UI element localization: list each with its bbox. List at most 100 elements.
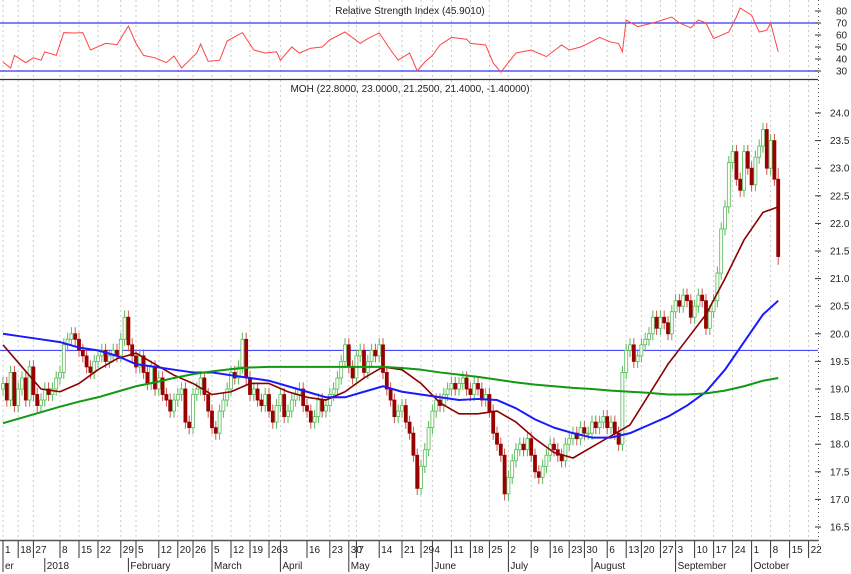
candle-body bbox=[738, 178, 743, 191]
candle-body bbox=[107, 355, 112, 362]
candle-body bbox=[692, 305, 697, 318]
price-tick-label: 21.5 bbox=[830, 247, 850, 258]
candle-body bbox=[126, 316, 131, 346]
price-tick-label: 17.5 bbox=[830, 467, 850, 478]
candle-body bbox=[415, 454, 420, 489]
candle-body bbox=[145, 372, 150, 384]
candle-body bbox=[498, 443, 503, 456]
candle-body bbox=[20, 377, 24, 390]
candle-body bbox=[175, 394, 180, 401]
candle-body bbox=[221, 399, 226, 412]
date-tick-label: 19 bbox=[252, 545, 264, 556]
candle-body bbox=[331, 388, 336, 395]
candle-body bbox=[88, 366, 93, 373]
candle-body bbox=[529, 438, 534, 456]
candle-body bbox=[16, 388, 21, 406]
candle-body bbox=[84, 355, 89, 368]
candle-body bbox=[346, 344, 351, 368]
candle-body bbox=[339, 360, 344, 379]
candle-body bbox=[320, 399, 325, 412]
candle-body bbox=[685, 294, 689, 302]
candle-body bbox=[118, 338, 123, 357]
candle-body bbox=[586, 432, 591, 435]
price-tick-label: 21.0 bbox=[830, 274, 850, 285]
price-tick-label: 19.0 bbox=[830, 385, 850, 396]
candle-body bbox=[35, 394, 40, 406]
candle-body bbox=[73, 333, 78, 340]
candle-body bbox=[369, 349, 374, 362]
candle-body bbox=[403, 405, 408, 423]
date-tick-label: 26 bbox=[195, 545, 207, 556]
candle-body bbox=[525, 438, 530, 451]
candle-body bbox=[536, 471, 541, 478]
candle-body bbox=[42, 388, 47, 401]
candle-body bbox=[590, 421, 594, 434]
candle-body bbox=[217, 410, 222, 434]
candle-body bbox=[609, 421, 613, 429]
candle-body bbox=[187, 421, 192, 429]
candle-body bbox=[460, 377, 465, 384]
date-tick-label: 15 bbox=[81, 545, 93, 556]
date-tick-label: 5 bbox=[214, 545, 220, 556]
date-tick-label: 4 bbox=[434, 545, 440, 556]
candle-body bbox=[517, 443, 522, 451]
candle-body bbox=[244, 338, 249, 379]
candle-body bbox=[282, 394, 287, 417]
rsi-panel bbox=[0, 7, 818, 73]
date-tick-label: 6 bbox=[609, 545, 615, 556]
candle-body bbox=[39, 399, 43, 406]
date-tick-label: 22 bbox=[811, 545, 823, 556]
candle-body bbox=[635, 355, 640, 362]
candle-body bbox=[445, 388, 450, 395]
date-tick-label: 23 bbox=[332, 545, 344, 556]
candle-body bbox=[510, 460, 515, 478]
candle-body bbox=[764, 129, 769, 169]
candle-body bbox=[61, 344, 66, 373]
candle-body bbox=[267, 394, 271, 412]
candle-body bbox=[677, 300, 682, 307]
date-tick-label: 12 bbox=[161, 545, 173, 556]
candle-body bbox=[726, 162, 731, 208]
date-tick-label: 18 bbox=[472, 545, 484, 556]
candle-body bbox=[631, 344, 636, 362]
date-tick-label: 1 bbox=[754, 545, 760, 556]
candle-body bbox=[563, 443, 568, 462]
candle-body bbox=[259, 399, 264, 406]
candle-body bbox=[419, 465, 423, 489]
candle-body bbox=[206, 394, 211, 412]
candle-body bbox=[343, 344, 347, 362]
month-label: September bbox=[678, 561, 728, 572]
candle-body bbox=[742, 151, 746, 191]
candle-body bbox=[407, 421, 412, 434]
date-tick-label: 1 bbox=[5, 545, 11, 556]
candle-body bbox=[540, 465, 545, 478]
month-label: August bbox=[594, 561, 625, 572]
candle-body bbox=[156, 377, 161, 390]
price-tick-label: 18.5 bbox=[830, 412, 850, 423]
candle-body bbox=[4, 383, 9, 401]
date-tick-label: 8 bbox=[62, 545, 68, 556]
candle-body bbox=[8, 372, 13, 401]
candle-body bbox=[373, 349, 378, 357]
price-tick-label: 22.5 bbox=[830, 191, 850, 202]
candle-body bbox=[251, 388, 256, 395]
date-tick-label: 23 bbox=[571, 545, 583, 556]
date-tick-label: 5 bbox=[138, 545, 144, 556]
candle-body bbox=[274, 405, 279, 423]
date-tick-label: 20 bbox=[180, 545, 192, 556]
candle-body bbox=[23, 377, 28, 401]
candle-body bbox=[58, 372, 62, 379]
candle-body bbox=[213, 427, 218, 434]
candle-body bbox=[225, 388, 230, 401]
date-tick-label: 8 bbox=[773, 545, 779, 556]
price-tick-label: 23.0 bbox=[830, 164, 850, 175]
rsi-tick-label: 50 bbox=[836, 43, 848, 54]
candle-body bbox=[289, 399, 294, 412]
candle-body bbox=[491, 410, 496, 434]
candle-body bbox=[122, 316, 127, 340]
month-label: February bbox=[130, 561, 170, 572]
candle-body bbox=[601, 416, 606, 423]
candle-body bbox=[457, 383, 461, 390]
candle-body bbox=[612, 421, 617, 434]
candle-body bbox=[544, 454, 549, 467]
